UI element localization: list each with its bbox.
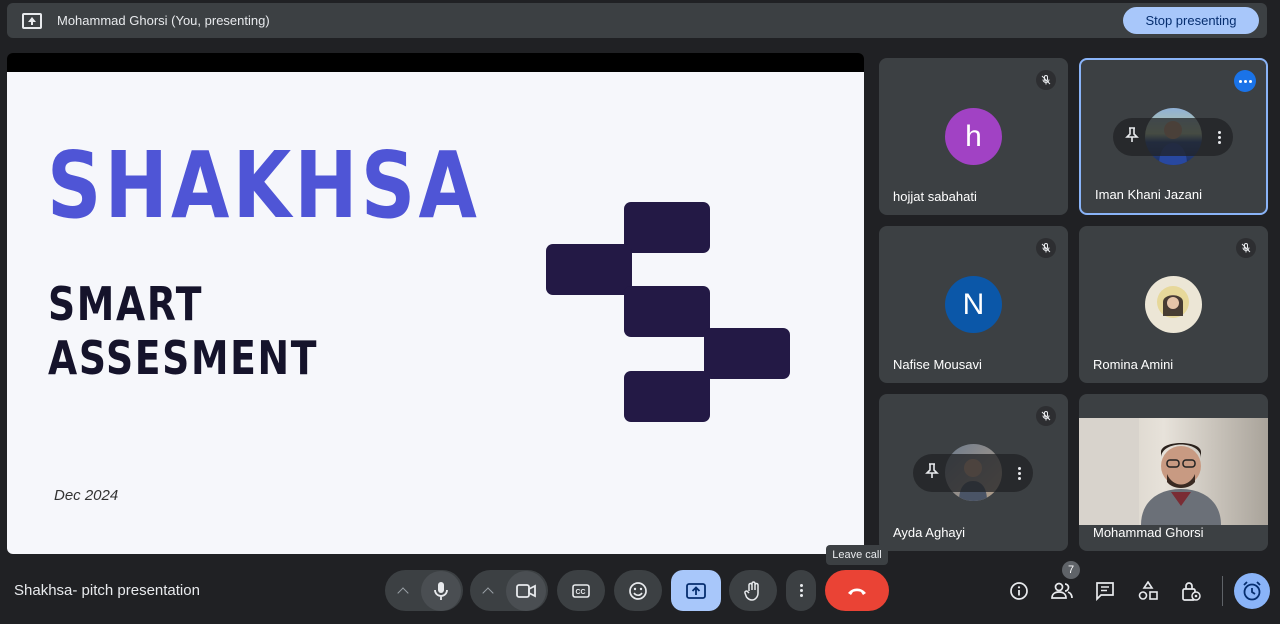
participant-name: Nafise Mousavi xyxy=(893,357,982,372)
stop-presenting-button[interactable]: Stop presenting xyxy=(1123,7,1259,34)
mic-icon xyxy=(434,581,448,600)
chevron-up-icon xyxy=(482,586,494,599)
activities-icon xyxy=(1138,581,1158,600)
participant-name: hojjat sabahati xyxy=(893,189,977,204)
timer-icon xyxy=(1243,581,1261,601)
people-count-badge: 7 xyxy=(1062,561,1080,579)
slide-date: Dec 2024 xyxy=(54,487,119,504)
more-options-button[interactable] xyxy=(786,570,816,611)
mic-off-icon xyxy=(1036,406,1056,426)
participant-tile[interactable]: Ayda Aghayi xyxy=(879,394,1068,551)
present-to-all-icon xyxy=(22,12,42,29)
chat-button[interactable] xyxy=(1091,577,1119,605)
host-controls-button[interactable] xyxy=(1177,577,1205,605)
leave-call-tooltip: Leave call xyxy=(826,545,888,565)
present-button[interactable] xyxy=(671,570,721,611)
pin-icon[interactable] xyxy=(1125,126,1139,148)
more-icon xyxy=(799,584,803,597)
captions-icon: CC xyxy=(572,583,590,598)
pin-icon[interactable] xyxy=(925,462,939,484)
camera-control-group xyxy=(470,570,548,611)
leave-call-button[interactable] xyxy=(825,570,889,611)
avatar: h xyxy=(945,108,1002,165)
people-button[interactable] xyxy=(1048,577,1076,605)
leave-call-icon xyxy=(848,588,866,595)
host-controls-icon xyxy=(1182,582,1201,601)
self-video xyxy=(1079,418,1268,525)
presentation-area: SHAKHSA SMART ASSESMENT Dec 2024 xyxy=(7,53,864,554)
present-icon xyxy=(686,582,706,599)
tile-hover-controls xyxy=(913,454,1033,492)
participant-tile[interactable]: h hojjat sabahati xyxy=(879,58,1068,215)
camera-options-button[interactable] xyxy=(470,585,506,599)
toolbar-divider xyxy=(1222,576,1223,606)
meeting-name: Shakhsa- pitch presentation xyxy=(14,582,200,599)
chevron-up-icon xyxy=(397,586,409,599)
chat-icon xyxy=(1096,582,1114,601)
people-icon xyxy=(1051,582,1073,599)
slide-brand: SHAKHSA xyxy=(47,132,481,239)
emoji-icon xyxy=(629,581,647,600)
raise-hand-icon xyxy=(744,580,759,601)
info-icon xyxy=(1010,582,1028,600)
participant-tile[interactable]: Romina Amini xyxy=(1079,226,1268,383)
participant-tile-active[interactable]: Iman Khani Jazani xyxy=(1079,58,1268,215)
mic-off-icon xyxy=(1036,238,1056,258)
participant-name: Ayda Aghayi xyxy=(893,525,966,540)
camera-button[interactable] xyxy=(506,570,546,611)
meeting-details-button[interactable] xyxy=(1005,577,1033,605)
camera-icon xyxy=(516,583,536,598)
self-video-tile[interactable]: Mohammad Ghorsi xyxy=(1079,394,1268,551)
mic-options-button[interactable] xyxy=(385,585,421,599)
presenting-bar: Mohammad Ghorsi (You, presenting) Stop p… xyxy=(7,3,1267,38)
slide: SHAKHSA SMART ASSESMENT Dec 2024 xyxy=(7,72,864,554)
mic-control-group xyxy=(385,570,463,611)
presenting-title: Mohammad Ghorsi (You, presenting) xyxy=(57,13,270,28)
captions-button[interactable]: CC xyxy=(557,570,605,611)
more-vert-icon[interactable] xyxy=(1018,466,1021,480)
raise-hand-button[interactable] xyxy=(729,570,777,611)
avatar: N xyxy=(945,276,1002,333)
activities-button[interactable] xyxy=(1134,577,1162,605)
participant-name: Mohammad Ghorsi xyxy=(1093,525,1204,540)
mic-button[interactable] xyxy=(421,570,461,611)
participant-tile[interactable]: N Nafise Mousavi xyxy=(879,226,1068,383)
timer-button[interactable] xyxy=(1234,573,1270,609)
mic-off-icon xyxy=(1236,238,1256,258)
more-options-icon[interactable] xyxy=(1234,70,1256,92)
svg-text:CC: CC xyxy=(576,589,586,596)
avatar xyxy=(1145,276,1202,333)
participant-name: Romina Amini xyxy=(1093,357,1174,372)
more-vert-icon[interactable] xyxy=(1218,130,1221,144)
participant-name: Iman Khani Jazani xyxy=(1095,187,1202,202)
tile-hover-controls xyxy=(1113,118,1233,156)
slide-subtitle: SMART ASSESMENT xyxy=(48,277,319,385)
reactions-button[interactable] xyxy=(614,570,662,611)
mic-off-icon xyxy=(1036,70,1056,90)
